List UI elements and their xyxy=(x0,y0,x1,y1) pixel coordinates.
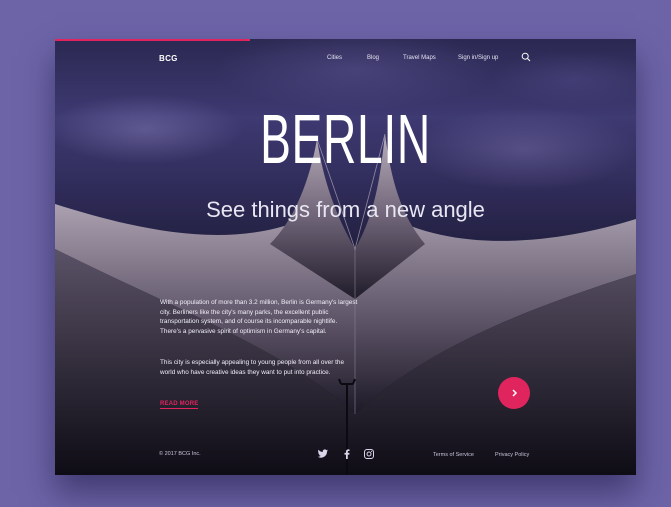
privacy-link[interactable]: Privacy Policy xyxy=(495,452,529,458)
terms-link[interactable]: Terms of Service xyxy=(433,452,474,458)
brand-logo[interactable]: BCG xyxy=(159,54,178,63)
next-button[interactable] xyxy=(498,377,530,409)
secondary-paragraph: This city is especially appealing to you… xyxy=(160,359,345,376)
read-more-link[interactable]: READ MORE xyxy=(160,401,199,409)
hero-card: BCG Cities Blog Travel Maps Sign in/Sign… xyxy=(55,39,636,475)
hero-subtitle: See things from a new angle xyxy=(206,197,485,222)
intro-paragraph: With a population of more than 3.2 milli… xyxy=(160,299,358,335)
twitter-icon[interactable] xyxy=(317,448,329,460)
search-icon[interactable] xyxy=(521,52,531,62)
facebook-icon[interactable] xyxy=(341,448,353,460)
nav-item-sign-in[interactable]: Sign in/Sign up xyxy=(458,55,498,61)
nav-item-cities[interactable]: Cities xyxy=(327,55,342,61)
hero-title: BERLIN xyxy=(260,100,431,178)
nav-item-travel-maps[interactable]: Travel Maps xyxy=(403,55,436,61)
instagram-icon[interactable] xyxy=(363,448,375,460)
nav-item-blog[interactable]: Blog xyxy=(367,55,379,61)
chevron-right-icon xyxy=(512,389,518,397)
copyright-text: © 2017 BCG Inc. xyxy=(159,451,201,457)
progress-line xyxy=(55,39,250,41)
